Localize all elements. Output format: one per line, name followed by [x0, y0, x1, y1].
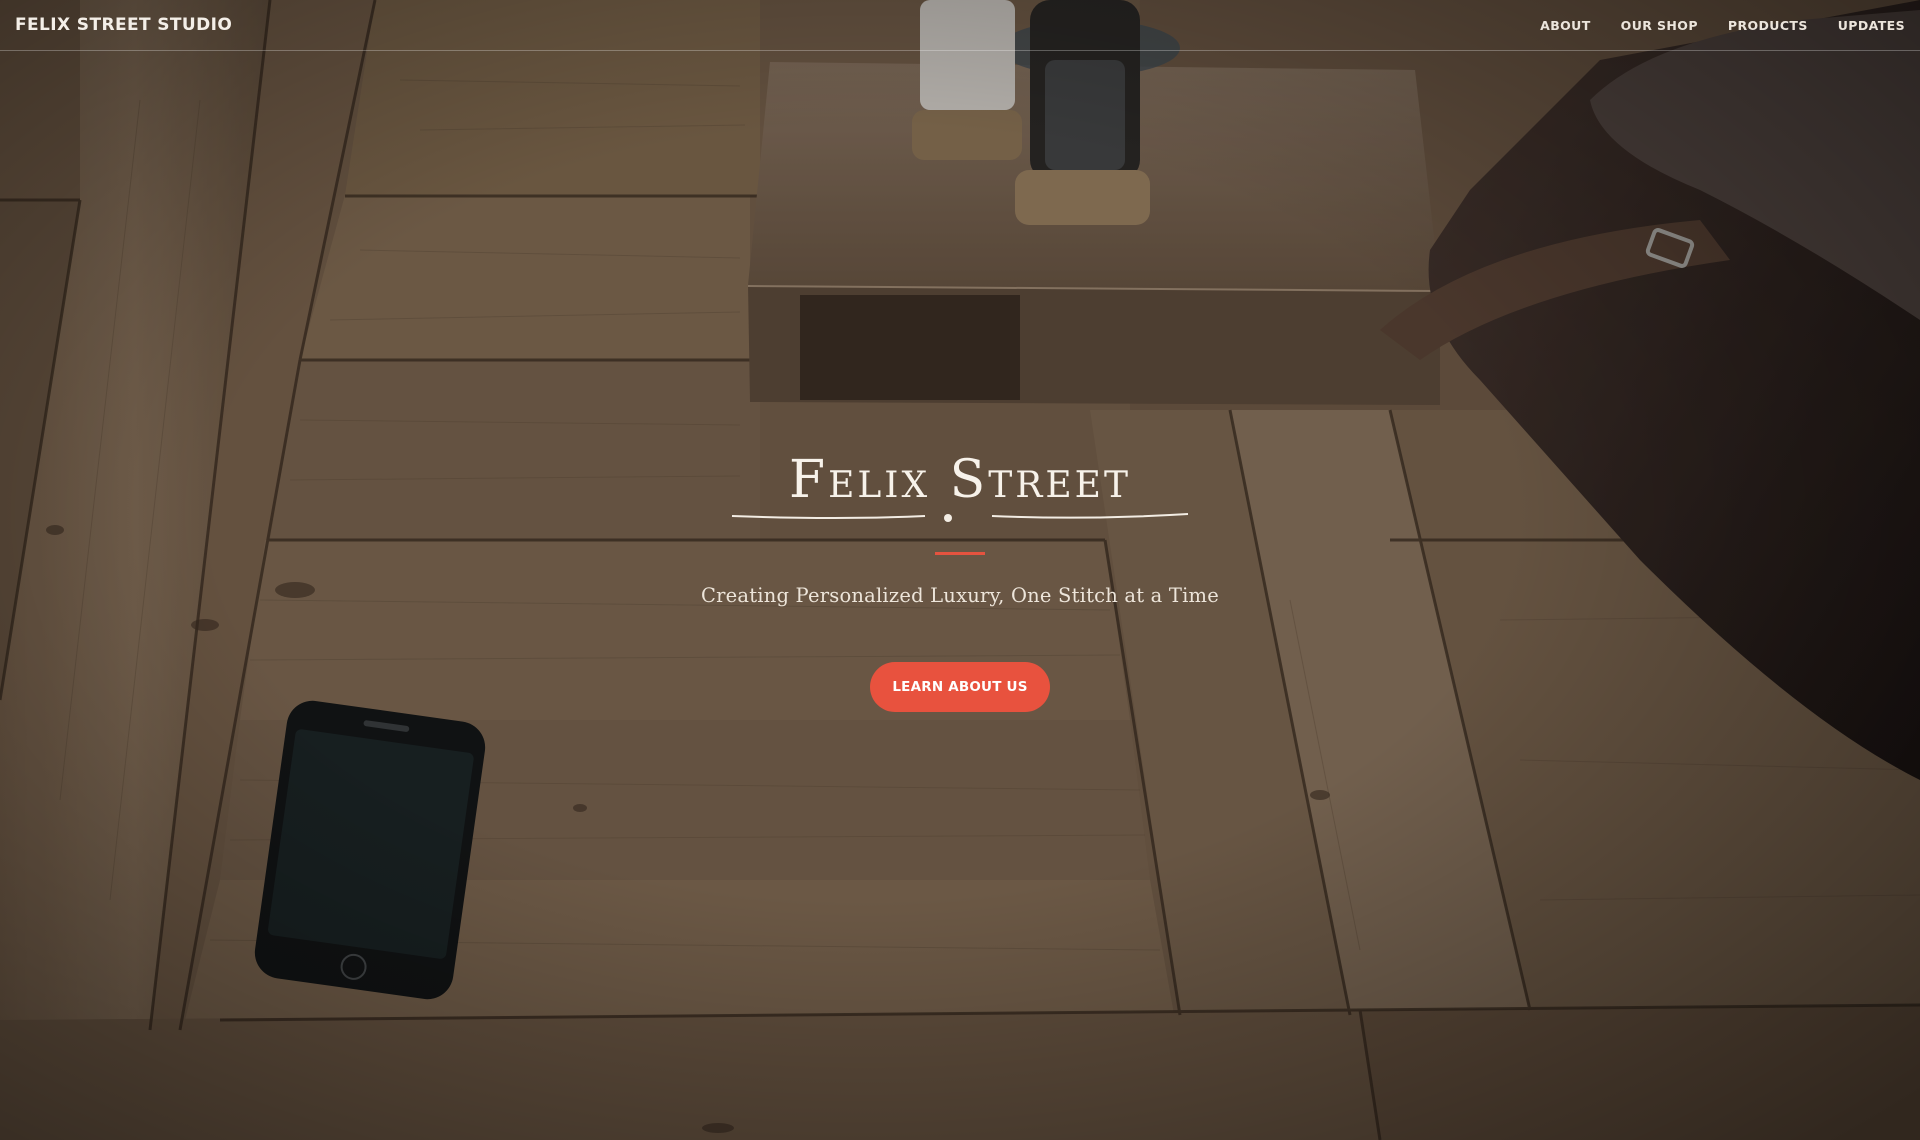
- hero-logo: Felix Street: [720, 448, 1200, 544]
- nav-item-about[interactable]: ABOUT: [1540, 18, 1591, 33]
- hero-logo-text: Felix Street: [789, 450, 1131, 510]
- learn-about-us-button[interactable]: LEARN ABOUT US: [870, 662, 1050, 712]
- site-header: FELIX STREET STUDIO ABOUT OUR SHOP PRODU…: [0, 0, 1920, 51]
- nav-item-updates[interactable]: UPDATES: [1838, 18, 1905, 33]
- hero-tagline: Creating Personalized Luxury, One Stitch…: [701, 584, 1219, 607]
- nav-item-our-shop[interactable]: OUR SHOP: [1621, 18, 1698, 33]
- nav-item-products[interactable]: PRODUCTS: [1728, 18, 1808, 33]
- hero-section: Felix Street Creating Personalized Luxur…: [0, 0, 1920, 1140]
- logo-swash-underline: [731, 513, 1189, 522]
- hero-accent-rule: [935, 552, 985, 555]
- site-brand-logo[interactable]: FELIX STREET STUDIO: [15, 15, 232, 35]
- main-nav: ABOUT OUR SHOP PRODUCTS UPDATES: [1540, 18, 1905, 33]
